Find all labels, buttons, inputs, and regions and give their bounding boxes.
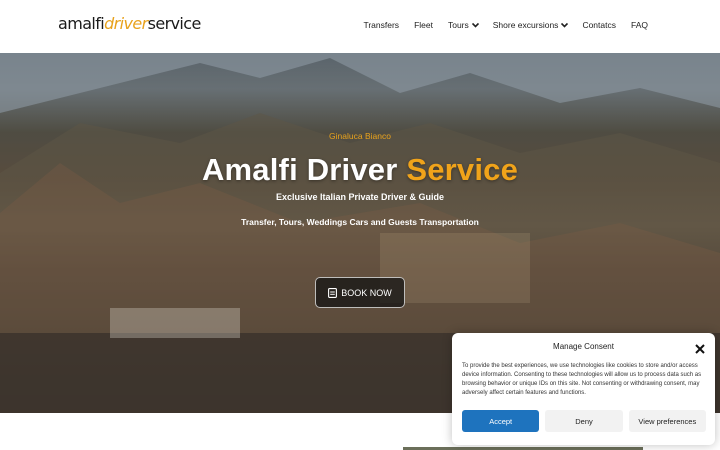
- main-nav: Transfers Fleet Tours Shore excursions C…: [348, 20, 648, 30]
- nav-label: Tours: [447, 20, 469, 30]
- book-now-button[interactable]: BOOK NOW: [315, 277, 405, 308]
- nav-label: FAQ: [630, 20, 648, 30]
- chevron-down-icon: [561, 22, 569, 28]
- consent-title: Manage Consent: [553, 342, 614, 351]
- hero-tagline: Exclusive Italian Private Driver & Guide: [275, 192, 445, 202]
- nav-contacts[interactable]: Contatcs: [582, 20, 616, 30]
- nav-label: Transfers: [363, 20, 400, 30]
- hero-title: Amalfi Driver Service: [0, 152, 720, 188]
- consent-dialog: Manage Consent To provide the best exper…: [452, 333, 715, 445]
- nav-fleet[interactable]: Fleet: [414, 20, 433, 30]
- hero-services: Transfer, Tours, Weddings Cars and Guest…: [241, 217, 479, 227]
- close-icon[interactable]: [695, 341, 705, 354]
- nav-label: Contatcs: [582, 20, 616, 30]
- view-preferences-button[interactable]: View preferences: [628, 410, 706, 432]
- consent-text: To provide the best experiences, we use …: [462, 363, 702, 396]
- site-header: amalfidriverservice Transfers Fleet Tour…: [0, 0, 720, 53]
- logo-text-driver: driver: [104, 14, 148, 33]
- consent-buttons: Accept Deny View preferences: [462, 410, 706, 432]
- nav-label: Shore excursions: [492, 20, 559, 30]
- chevron-down-icon: [471, 22, 479, 28]
- nav-transfers[interactable]: Transfers: [363, 20, 399, 30]
- nav-tours[interactable]: Tours: [447, 20, 479, 30]
- hero-title-accent: Service: [406, 152, 519, 187]
- nav-faq[interactable]: FAQ: [631, 20, 648, 30]
- hero-title-main: Amalfi Driver: [201, 152, 407, 187]
- hero-author: Ginaluca Bianco: [329, 131, 391, 141]
- book-now-label: BOOK NOW: [341, 287, 392, 298]
- deny-button[interactable]: Deny: [545, 410, 623, 432]
- logo-text-amalfi: amalfi: [58, 14, 105, 33]
- calendar-icon: [328, 287, 338, 298]
- site-logo[interactable]: amalfidriverservice: [58, 14, 201, 33]
- nav-shore-excursions[interactable]: Shore excursions: [492, 20, 569, 30]
- accept-button[interactable]: Accept: [462, 410, 540, 432]
- nav-label: Fleet: [414, 20, 433, 30]
- logo-text-service: service: [147, 14, 202, 33]
